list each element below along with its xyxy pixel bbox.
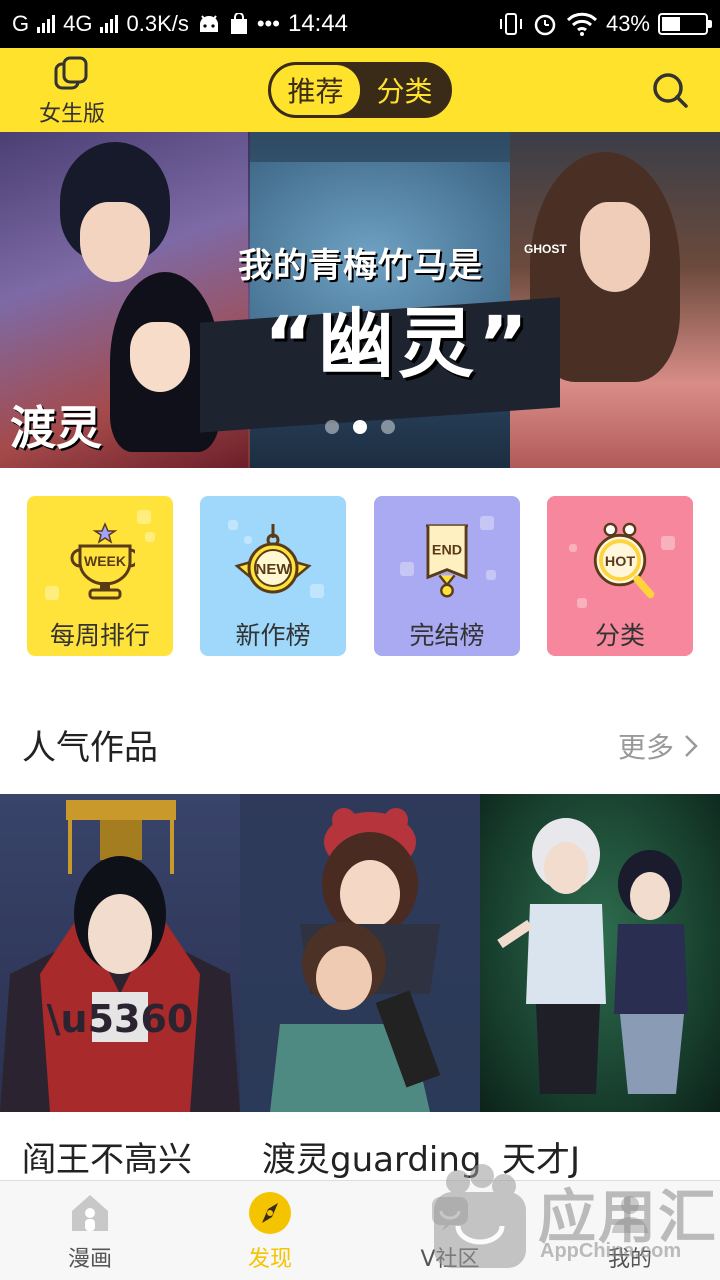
work-card[interactable]: \u5360 阎王不高兴 <box>0 794 240 1180</box>
cover-art: \u5360 <box>0 800 240 1112</box>
cover-art <box>270 808 441 1112</box>
vibrate-icon <box>499 13 522 35</box>
wifi-icon <box>566 12 598 36</box>
discover-icon <box>249 1192 291 1234</box>
banner-dot[interactable] <box>381 420 395 434</box>
category-label: 每周排行 <box>49 621 150 650</box>
banner-title: “幽灵” <box>264 299 532 388</box>
watermark-logo-icon <box>434 1164 526 1268</box>
magnifier-hot-icon: HOT <box>593 522 655 599</box>
work-card[interactable]: 渡灵guarding <box>240 794 482 1180</box>
banner-ghost-tag: GHOST <box>524 242 567 256</box>
more-link[interactable]: 更多 <box>618 726 698 766</box>
section-title: 人气作品 <box>22 728 158 768</box>
svg-text:\u5360: \u5360 <box>47 997 194 1041</box>
work-title: 阎王不高兴 <box>22 1140 192 1180</box>
chevron-right-icon <box>685 735 698 757</box>
work-cover[interactable]: \u5360 <box>0 794 240 1112</box>
category-weekly-rank[interactable]: WEEK 每周排行 <box>27 496 173 656</box>
work-card[interactable]: 天才J <box>480 794 720 1180</box>
android-icon <box>199 15 218 32</box>
more-dots: ••• <box>256 11 280 36</box>
trophy-badge-text: WEEK <box>84 553 126 569</box>
work-cover[interactable] <box>240 794 480 1112</box>
popular-section-header: 人气作品 更多 <box>0 702 720 782</box>
category-label: 新作榜 <box>235 621 311 650</box>
tab-category[interactable]: 分类 <box>360 65 449 115</box>
view-toggle: 推荐 分类 <box>268 62 452 118</box>
signal-icon <box>37 15 56 33</box>
top-bar: 女生版 推荐 分类 <box>0 48 720 132</box>
category-finished-rank[interactable]: END 完结榜 <box>374 496 520 656</box>
medal-icon: NEW <box>234 524 312 594</box>
work-cover[interactable] <box>480 794 720 1112</box>
search-icon[interactable] <box>650 70 690 110</box>
carrier-label: G <box>12 11 30 36</box>
signal-icon-2 <box>100 15 119 33</box>
status-bar: G 4G 0.3K/s ••• 14:44 43% <box>0 0 720 48</box>
home-icon <box>72 1195 108 1231</box>
nav-comics[interactable]: 漫画 <box>0 1191 180 1279</box>
alarm-icon <box>534 14 556 36</box>
network-speed: 0.3K/s <box>126 11 189 36</box>
network-label: 4G <box>63 11 93 36</box>
nav-label: 发现 <box>247 1247 292 1272</box>
popular-works-list: \u5360 阎王不高兴 渡灵guarding 天才J <box>0 794 720 1180</box>
category-shortcuts: WEEK 每周排行 NEW 新作榜 END 完结榜 HOT 分类 <box>0 496 720 656</box>
cover-art <box>497 818 688 1094</box>
banner-pagination <box>0 420 720 434</box>
bag-icon <box>230 13 247 34</box>
watermark: 应用汇 AppChina.com <box>430 1162 720 1280</box>
battery-icon <box>658 13 712 35</box>
category-new-rank[interactable]: NEW 新作榜 <box>200 496 346 656</box>
tab-recommend[interactable]: 推荐 <box>271 65 360 115</box>
battery-percent: 43% <box>605 11 650 36</box>
hot-badge-text: HOT <box>605 554 635 570</box>
banner-carousel[interactable]: 我的青梅竹马是 GHOST “幽灵” 渡灵 <box>0 132 720 468</box>
ribbon-icon: END <box>426 524 468 598</box>
banner-dot-active[interactable] <box>353 420 367 434</box>
switch-version-icon <box>54 56 88 90</box>
more-label: 更多 <box>617 731 674 764</box>
category-classify[interactable]: HOT 分类 <box>547 496 693 656</box>
ribbon-badge-text: END <box>432 542 462 558</box>
nav-label: 漫画 <box>67 1247 112 1272</box>
medal-badge-text: NEW <box>256 561 292 578</box>
banner-headline: 我的青梅竹马是 <box>238 246 483 286</box>
banner-dot[interactable] <box>325 420 339 434</box>
nav-discover[interactable]: 发现 <box>180 1191 360 1279</box>
watermark-url: AppChina.com <box>540 1240 682 1262</box>
category-label: 完结榜 <box>409 621 485 650</box>
category-label: 分类 <box>594 621 645 650</box>
girl-version-label: 女生版 <box>38 102 105 127</box>
girl-version-button[interactable]: 女生版 <box>30 54 114 127</box>
clock: 14:44 <box>287 10 349 37</box>
trophy-icon: WEEK <box>70 522 135 600</box>
